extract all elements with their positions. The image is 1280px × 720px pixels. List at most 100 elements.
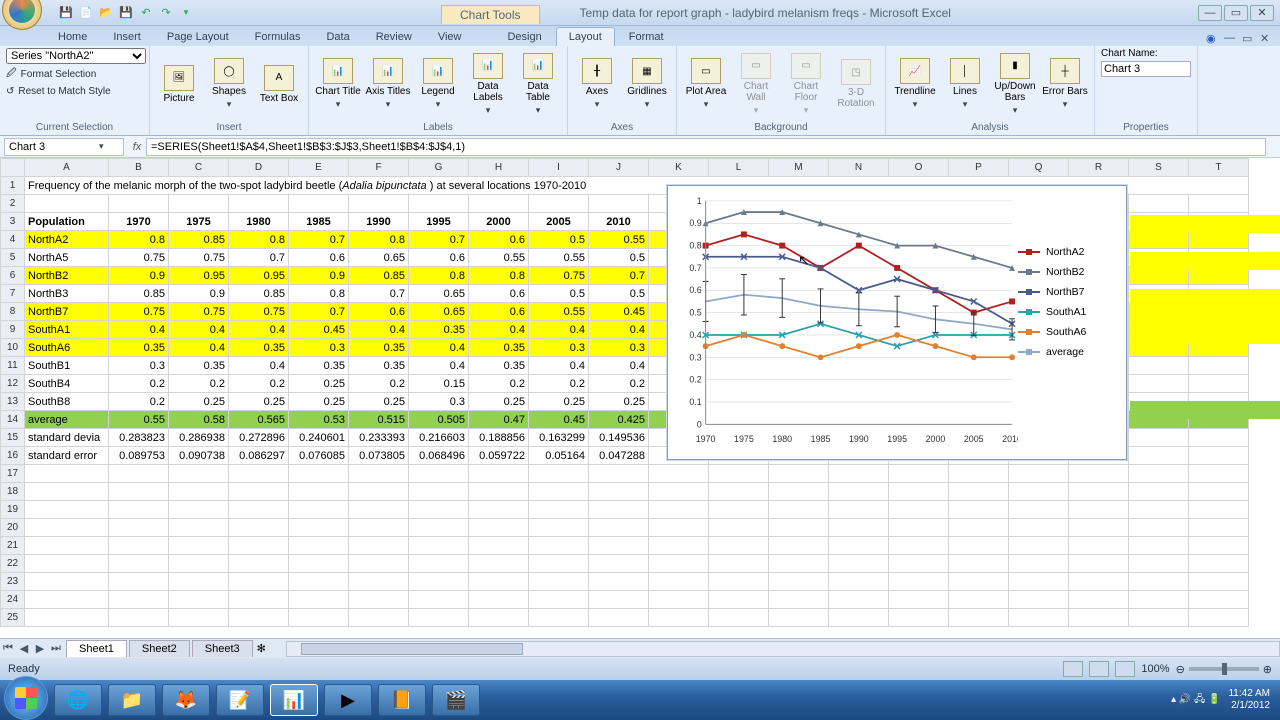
textbox-button[interactable]: AText Box (256, 51, 302, 117)
doc-restore-icon[interactable]: ▭ (1242, 32, 1256, 46)
taskbar-media-icon[interactable]: ▶ (324, 684, 372, 716)
error-bars-button[interactable]: ┼Error Bars▾ (1042, 51, 1088, 117)
tray-icons[interactable]: ▴ 🔊 🖧 🔋 (1171, 694, 1220, 706)
axes-button[interactable]: ╂Axes▾ (574, 51, 620, 117)
tab-nav-first-icon[interactable]: ⏮ (0, 642, 16, 655)
picture-button[interactable]: 🖼Picture (156, 51, 202, 117)
taskbar-powerpoint-icon[interactable]: 📙 (378, 684, 426, 716)
taskbar-notes-icon[interactable]: 📝 (216, 684, 264, 716)
tab-insert[interactable]: Insert (101, 28, 153, 46)
tab-format[interactable]: Format (617, 28, 676, 46)
quick-access-toolbar: 💾 📄 📂 💾 ↶ ↷ ▾ (58, 5, 194, 21)
svg-text:0.4: 0.4 (689, 330, 701, 340)
chart-element-selector[interactable]: Series "NorthA2" (6, 48, 146, 64)
name-box[interactable]: ▾ (4, 138, 124, 156)
sheet-tab-sheet3[interactable]: Sheet3 (192, 640, 253, 657)
doc-close-icon[interactable]: ✕ (1260, 32, 1274, 46)
data-table-icon: 📊 (523, 53, 553, 79)
status-bar: Ready 100% ⊖ ⊕ (0, 658, 1280, 680)
tab-nav-prev-icon[interactable]: ◀ (16, 642, 32, 655)
tab-nav-next-icon[interactable]: ▶ (32, 642, 48, 655)
data-labels-button[interactable]: 📊Data Labels▾ (465, 51, 511, 117)
redo-icon[interactable]: ↷ (158, 5, 174, 21)
zoom-out-button[interactable]: ⊖ (1176, 663, 1185, 676)
minimize-button[interactable]: — (1198, 5, 1222, 21)
tab-nav-last-icon[interactable]: ⏭ (48, 642, 64, 655)
help-icon[interactable]: ◉ (1206, 32, 1220, 46)
formula-bar: ▾ fx =SERIES(Sheet1!$A$4,Sheet1!$B$3:$J$… (0, 136, 1280, 158)
svg-text:2005: 2005 (964, 434, 984, 444)
reset-icon: ↺ (6, 86, 14, 97)
new-sheet-icon[interactable]: ✻ (257, 642, 266, 655)
svg-text:0: 0 (697, 419, 702, 429)
chart-title-button[interactable]: 📊Chart Title▾ (315, 51, 361, 117)
view-layout-button[interactable] (1089, 661, 1109, 677)
taskbar-excel-icon[interactable]: 📊 (270, 684, 318, 716)
chart-plot-area[interactable]: 00.10.20.30.40.50.60.70.80.9119701975198… (672, 192, 1018, 453)
chart-name-label: Chart Name: (1101, 48, 1158, 59)
svg-text:2000: 2000 (926, 434, 946, 444)
start-button[interactable] (4, 676, 48, 720)
save-icon[interactable]: 💾 (58, 5, 74, 21)
svg-text:2010: 2010 (1002, 434, 1018, 444)
embedded-chart[interactable]: 00.10.20.30.40.50.60.70.80.9119701975198… (667, 185, 1127, 460)
zoom-slider[interactable] (1189, 667, 1259, 671)
doc-minimize-icon[interactable]: — (1224, 32, 1238, 46)
trendline-icon: 📈 (900, 58, 930, 84)
window-title: Temp data for report graph - ladybird me… (580, 6, 951, 20)
tab-view[interactable]: View (426, 28, 474, 46)
shapes-button[interactable]: ◯Shapes▾ (206, 51, 252, 117)
reset-style-button[interactable]: ↺Reset to Match Style (6, 85, 111, 98)
maximize-button[interactable]: ▭ (1224, 5, 1248, 21)
worksheet-grid[interactable]: ABCDEFGHIJKLMNOPQRST1Frequency of the me… (0, 158, 1280, 638)
axis-titles-button[interactable]: 📊Axis Titles▾ (365, 51, 411, 117)
qat-more-icon[interactable]: ▾ (178, 5, 194, 21)
formula-input[interactable]: =SERIES(Sheet1!$A$4,Sheet1!$B$3:$J$3,She… (146, 138, 1266, 156)
chart-tools-label: Chart Tools (441, 5, 539, 24)
close-button[interactable]: ✕ (1250, 5, 1274, 21)
gridlines-button[interactable]: ▦Gridlines▾ (624, 51, 670, 117)
view-normal-button[interactable] (1063, 661, 1083, 677)
tab-page-layout[interactable]: Page Layout (155, 28, 241, 46)
sheet-tab-sheet1[interactable]: Sheet1 (66, 640, 127, 657)
group-label-insert: Insert (156, 120, 302, 135)
open-icon[interactable]: 📂 (98, 5, 114, 21)
tab-design[interactable]: Design (495, 28, 553, 46)
chart-name-input[interactable] (1101, 61, 1191, 77)
svg-text:0.6: 0.6 (689, 285, 701, 295)
status-ready: Ready (8, 663, 40, 675)
data-table-button[interactable]: 📊Data Table▾ (515, 51, 561, 117)
taskbar-explorer-icon[interactable]: 📁 (108, 684, 156, 716)
chart-floor-button: ▭Chart Floor▾ (783, 51, 829, 117)
view-pagebreak-button[interactable] (1115, 661, 1135, 677)
save-icon-2[interactable]: 💾 (118, 5, 134, 21)
taskbar-firefox-icon[interactable]: 🦊 (162, 684, 210, 716)
svg-text:0.1: 0.1 (689, 397, 701, 407)
tab-formulas[interactable]: Formulas (243, 28, 313, 46)
lines-button[interactable]: │Lines▾ (942, 51, 988, 117)
legend-button[interactable]: 📊Legend▾ (415, 51, 461, 117)
tab-layout[interactable]: Layout (556, 27, 615, 46)
tab-home[interactable]: Home (46, 28, 99, 46)
horizontal-scrollbar[interactable] (286, 641, 1280, 657)
format-selection-button[interactable]: 🖉Format Selection (6, 65, 96, 84)
svg-text:0.9: 0.9 (689, 218, 701, 228)
sheet-tab-bar: ⏮ ◀ ▶ ⏭ Sheet1 Sheet2 Sheet3 ✻ (0, 638, 1280, 658)
taskbar-movie-icon[interactable]: 🎬 (432, 684, 480, 716)
svg-text:1: 1 (697, 196, 702, 206)
undo-icon[interactable]: ↶ (138, 5, 154, 21)
sheet-tab-sheet2[interactable]: Sheet2 (129, 640, 190, 657)
trendline-button[interactable]: 📈Trendline▾ (892, 51, 938, 117)
axes-icon: ╂ (582, 58, 612, 84)
fx-icon[interactable]: fx (128, 141, 146, 153)
name-box-input[interactable] (9, 141, 99, 153)
zoom-in-button[interactable]: ⊕ (1263, 663, 1272, 676)
new-icon[interactable]: 📄 (78, 5, 94, 21)
taskbar-ie-icon[interactable]: 🌐 (54, 684, 102, 716)
updown-bars-button[interactable]: ▮Up/Down Bars▾ (992, 51, 1038, 117)
tab-review[interactable]: Review (364, 28, 424, 46)
chart-legend[interactable]: NorthA2NorthB2NorthB7SouthA1SouthA6avera… (1018, 192, 1120, 453)
plot-area-button[interactable]: ▭Plot Area▾ (683, 51, 729, 117)
tab-data[interactable]: Data (314, 28, 361, 46)
group-label-current-selection: Current Selection (6, 120, 143, 135)
